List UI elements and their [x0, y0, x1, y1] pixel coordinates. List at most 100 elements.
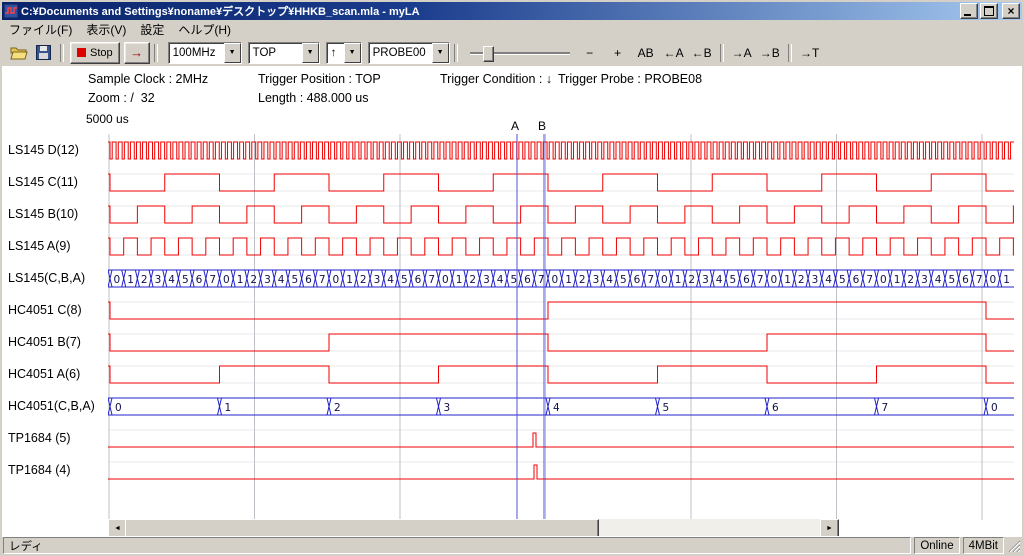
- bus-value: 2: [907, 274, 914, 286]
- stop-button[interactable]: Stop: [70, 42, 120, 64]
- move-right-to-a-button[interactable]: →A: [728, 43, 756, 63]
- waveform-trace: [108, 238, 1014, 255]
- waveform-area[interactable]: 0123456701234567012345670123456701234567…: [108, 134, 1014, 520]
- bus-value: 3: [593, 274, 600, 286]
- save-button[interactable]: [32, 43, 54, 63]
- chevron-down-icon[interactable]: ▼: [432, 43, 449, 63]
- bus-value: 0: [990, 274, 997, 286]
- channel-label: LS145 C(11): [8, 175, 78, 190]
- slider-thumb[interactable]: [483, 46, 494, 62]
- bus-value: 4: [716, 274, 723, 286]
- zoom-out-button[interactable]: −: [576, 43, 604, 63]
- waveform-trace: [108, 302, 1014, 319]
- move-left-to-a-button[interactable]: ←A: [660, 43, 688, 63]
- close-button[interactable]: ×: [1002, 3, 1020, 19]
- bus-value: 6: [524, 274, 531, 286]
- bus-value: 3: [483, 274, 490, 286]
- bus-value: 1: [456, 274, 463, 286]
- bus-value: 2: [360, 274, 367, 286]
- stop-label: Stop: [90, 47, 113, 59]
- chevron-down-icon[interactable]: ▼: [344, 43, 361, 63]
- cursor-b-label[interactable]: B: [538, 119, 546, 133]
- bus-value: 3: [264, 274, 271, 286]
- bus-value: 2: [688, 274, 695, 286]
- bus-value: 6: [772, 402, 779, 414]
- channel-label: HC4051 C(8): [8, 303, 82, 318]
- channel-label: TP1684 (4): [8, 463, 71, 478]
- waveform-trace: [108, 334, 1014, 351]
- channel-label: LS145 D(12): [8, 143, 79, 158]
- bus-value: 0: [991, 402, 998, 414]
- minimize-button[interactable]: [960, 3, 978, 19]
- chevron-down-icon[interactable]: ▼: [224, 43, 241, 63]
- bus-value: 3: [921, 274, 928, 286]
- waveform-trace: [108, 142, 1014, 159]
- waveform-trace: [108, 433, 1014, 447]
- resize-grip[interactable]: [1007, 538, 1021, 553]
- goto-trigger-button[interactable]: →T: [796, 43, 824, 63]
- menu-file[interactable]: ファイル(F): [2, 19, 79, 40]
- waveform-trace: [108, 174, 1014, 191]
- bus-value: 3: [444, 402, 451, 414]
- open-file-button[interactable]: [8, 43, 30, 63]
- window-controls: ×: [960, 3, 1020, 19]
- trigger-probe-select[interactable]: PROBE00 ▼: [368, 42, 450, 64]
- bus-value: 1: [1003, 274, 1010, 286]
- bus-value: 3: [702, 274, 709, 286]
- channel-label: LS145 A(9): [8, 239, 71, 254]
- move-left-to-b-button[interactable]: ←B: [688, 43, 716, 63]
- maximize-icon: [984, 6, 994, 16]
- bus-value: 1: [346, 274, 353, 286]
- zoom-info: Zoom : / 32: [88, 91, 155, 105]
- status-memory: 4MBit: [963, 537, 1004, 554]
- bus-value: 4: [387, 274, 394, 286]
- window-title: C:¥Documents and Settings¥noname¥デスクトップ¥…: [21, 3, 960, 19]
- trigger-probe-info: Trigger Probe : PROBE08: [558, 72, 702, 86]
- trigger-position-select[interactable]: TOP ▼: [248, 42, 320, 64]
- trigger-edge-select[interactable]: ↑ ▼: [326, 42, 362, 64]
- bus-value: 7: [882, 402, 889, 414]
- bus-value: 5: [182, 274, 189, 286]
- bus-value: 3: [155, 274, 162, 286]
- sample-rate-value: 100MHz: [169, 47, 224, 59]
- bus-value: 7: [209, 274, 216, 286]
- time-division-label: 5000 us: [86, 112, 129, 126]
- cursor-ab-button[interactable]: AB: [632, 43, 660, 63]
- toolbar-separator: [154, 44, 158, 62]
- bus-value: 5: [839, 274, 846, 286]
- stop-icon: [77, 48, 86, 57]
- chevron-down-icon[interactable]: ▼: [302, 43, 319, 63]
- cursor-a-label[interactable]: A: [511, 119, 519, 133]
- bus-value: 4: [168, 274, 175, 286]
- move-right-to-b-button[interactable]: →B: [756, 43, 784, 63]
- bus-value: 7: [538, 274, 545, 286]
- title-bar[interactable]: C:¥Documents and Settings¥noname¥デスクトップ¥…: [2, 2, 1022, 20]
- resize-grip-icon: [1007, 538, 1021, 553]
- maximize-button[interactable]: [980, 3, 998, 19]
- trigger-position-info: Trigger Position : TOP: [258, 72, 381, 86]
- bus-value: 5: [291, 274, 298, 286]
- waveform-trace: [108, 366, 1014, 383]
- bus-value: 1: [127, 274, 134, 286]
- waveform-canvas: 0123456701234567012345670123456701234567…: [108, 134, 1014, 520]
- menu-view[interactable]: 表示(V): [79, 19, 133, 40]
- toolbar-separator: [454, 44, 458, 62]
- sample-rate-select[interactable]: 100MHz ▼: [168, 42, 242, 64]
- length-info: Length : 488.000 us: [258, 91, 369, 105]
- zoom-in-button[interactable]: +: [604, 43, 632, 63]
- horizontal-scrollbar[interactable]: ◄ ►: [108, 519, 839, 536]
- menu-help[interactable]: ヘルプ(H): [171, 19, 238, 40]
- bus-value: 5: [729, 274, 736, 286]
- bus-value: 4: [278, 274, 285, 286]
- bus-value: 0: [442, 274, 449, 286]
- bus-value: 4: [825, 274, 832, 286]
- run-button[interactable]: →: [124, 42, 150, 64]
- bus-value: 1: [225, 402, 232, 414]
- bus-value: 5: [948, 274, 955, 286]
- channel-label: HC4051(C,B,A): [8, 399, 95, 414]
- bus-value: 7: [428, 274, 435, 286]
- menu-settings[interactable]: 設定: [133, 19, 171, 40]
- zoom-slider[interactable]: [470, 43, 570, 63]
- bus-value: 5: [620, 274, 627, 286]
- bus-value: 5: [510, 274, 517, 286]
